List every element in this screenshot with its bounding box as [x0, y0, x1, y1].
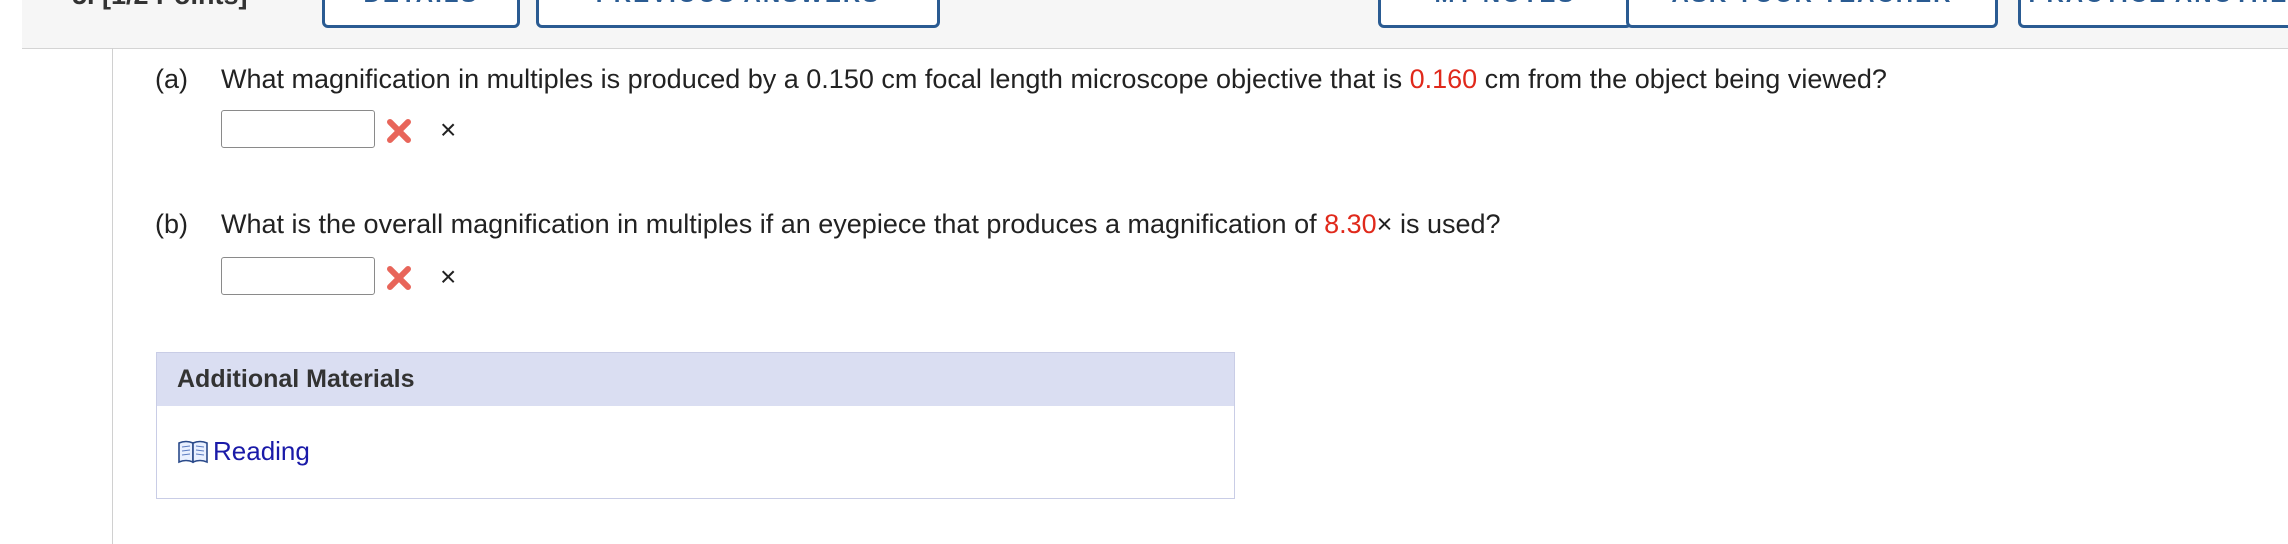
question-a-text-after: cm from the object being viewed? — [1477, 64, 1887, 94]
my-notes-button[interactable]: MY NOTES — [1378, 0, 1632, 28]
book-icon — [178, 440, 208, 464]
question-b-highlight-value: 8.30 — [1324, 209, 1377, 239]
additional-materials-panel: Additional Materials Reading — [156, 352, 1235, 499]
question-a-answer-input[interactable] — [221, 110, 375, 148]
question-b-text-after: is used? — [1392, 209, 1501, 239]
question-a-unit: × — [440, 114, 457, 145]
question-b-label: (b) — [155, 209, 188, 239]
question-b-highlight-suffix: × — [1376, 209, 1393, 239]
question-b-answer-input[interactable] — [221, 257, 375, 295]
additional-materials-title: Additional Materials — [157, 353, 1234, 406]
content-divider — [112, 48, 113, 544]
ask-your-teacher-button[interactable]: ASK YOUR TEACHER — [1626, 0, 1998, 28]
question-a-highlight-value: 0.160 — [1409, 64, 1478, 94]
question-b-text-before: What is the overall magnification in mul… — [221, 209, 1325, 239]
question-header: 5. [1/2 Points] DETAILS PREVIOUS ANSWERS… — [22, 0, 2288, 49]
question-a-text: (a) What magnification in multiples is pr… — [155, 61, 1887, 97]
question-a-text-before: What magnification in multiples is produ… — [221, 64, 1410, 94]
incorrect-x-icon — [387, 266, 411, 290]
question-b-unit: × — [440, 261, 457, 292]
reading-link-label[interactable]: Reading — [213, 436, 310, 466]
incorrect-x-icon — [387, 119, 411, 143]
details-button[interactable]: DETAILS — [322, 0, 520, 28]
question-b-text: (b) What is the overall magnification in … — [155, 206, 1501, 242]
reading-link[interactable]: Reading — [177, 433, 310, 469]
question-a-label: (a) — [155, 64, 188, 94]
previous-answers-button[interactable]: PREVIOUS ANSWERS — [536, 0, 940, 28]
practice-another-button[interactable]: PRACTICE ANOTHER — [2018, 0, 2288, 28]
points-label: 5. [1/2 Points] — [72, 0, 248, 11]
